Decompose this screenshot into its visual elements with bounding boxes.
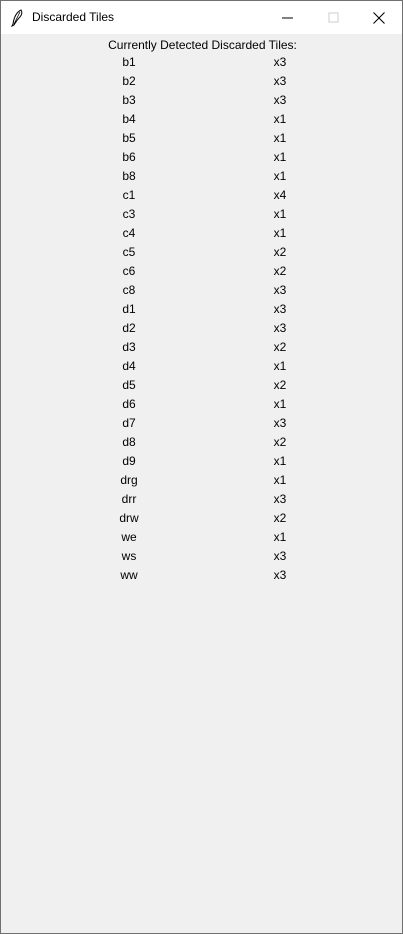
tile-count: x3 xyxy=(273,492,287,506)
tile-name: d5 xyxy=(122,378,136,392)
tile-row: d8 x2 xyxy=(1,434,402,453)
tile-count: x2 xyxy=(273,245,287,259)
tile-name: d2 xyxy=(122,321,136,335)
tile-name: d9 xyxy=(122,454,136,468)
tile-name: d7 xyxy=(122,416,136,430)
tile-row: c4 x1 xyxy=(1,225,402,244)
tile-count: x3 xyxy=(273,93,287,107)
close-icon xyxy=(373,12,385,24)
tile-name: d6 xyxy=(122,397,136,411)
tile-count: x3 xyxy=(273,416,287,430)
tile-row: d2 x3 xyxy=(1,320,402,339)
tile-row: d4 x1 xyxy=(1,358,402,377)
tile-row: b4 x1 xyxy=(1,111,402,130)
tile-row: drr x3 xyxy=(1,491,402,510)
tile-name: b6 xyxy=(122,150,136,164)
tile-count: x1 xyxy=(273,397,287,411)
tile-count: x1 xyxy=(273,226,287,240)
tile-name: b8 xyxy=(122,169,136,183)
tile-name: b1 xyxy=(122,55,136,69)
tile-name: c1 xyxy=(122,188,136,202)
tile-name: drg xyxy=(120,473,138,487)
tile-name: we xyxy=(121,530,137,544)
tile-name: b2 xyxy=(122,74,136,88)
tile-count: x3 xyxy=(273,74,287,88)
tile-row: c1 x4 xyxy=(1,187,402,206)
content-area: Currently Detected Discarded Tiles: b1 x3… xyxy=(1,34,402,933)
tile-row: d1 x3 xyxy=(1,301,402,320)
tile-count: x1 xyxy=(273,359,287,373)
tiles-header-label: Currently Detected Discarded Tiles: xyxy=(108,38,297,52)
tile-count: x1 xyxy=(273,150,287,164)
tile-row: d6 x1 xyxy=(1,396,402,415)
feather-icon xyxy=(10,9,24,28)
tile-row: d9 x1 xyxy=(1,453,402,472)
tile-count: x3 xyxy=(273,55,287,69)
tile-name: c5 xyxy=(122,245,136,259)
tile-row: we x1 xyxy=(1,529,402,548)
tile-count: x1 xyxy=(273,207,287,221)
tile-row: b8 x1 xyxy=(1,168,402,187)
tile-list: b1 x3 b2 x3 b3 x3 b4 x1 b5 x1 b6 x1 b8 x1 c1 x4 … xyxy=(1,54,402,586)
tile-count: x3 xyxy=(273,321,287,335)
tile-row: d7 x3 xyxy=(1,415,402,434)
tile-name: drw xyxy=(119,511,139,525)
tile-row: ww x3 xyxy=(1,567,402,586)
tile-name: c4 xyxy=(122,226,136,240)
tile-count: x3 xyxy=(273,302,287,316)
tile-count: x4 xyxy=(273,188,287,202)
tile-row: b3 x3 xyxy=(1,92,402,111)
tile-name: d8 xyxy=(122,435,136,449)
tile-name: b3 xyxy=(122,93,136,107)
tile-row: d5 x2 xyxy=(1,377,402,396)
tile-row: b1 x3 xyxy=(1,54,402,73)
tile-count: x2 xyxy=(273,264,287,278)
tile-count: x3 xyxy=(273,568,287,582)
tile-name: ws xyxy=(121,549,137,563)
tile-name: ww xyxy=(120,568,138,582)
tile-row: b5 x1 xyxy=(1,130,402,149)
tile-name: c8 xyxy=(122,283,136,297)
tile-row: c6 x2 xyxy=(1,263,402,282)
maximize-button[interactable] xyxy=(311,1,357,34)
tile-name: drr xyxy=(121,492,137,506)
tile-name: d1 xyxy=(122,302,136,316)
tile-row: drw x2 xyxy=(1,510,402,529)
tile-count: x2 xyxy=(273,435,287,449)
minimize-button[interactable] xyxy=(265,1,311,34)
tile-count: x1 xyxy=(273,131,287,145)
tile-row: ws x3 xyxy=(1,548,402,567)
tile-row: c5 x2 xyxy=(1,244,402,263)
tile-count: x2 xyxy=(273,340,287,354)
tile-row: d3 x2 xyxy=(1,339,402,358)
tile-count: x1 xyxy=(273,454,287,468)
tile-row: b2 x3 xyxy=(1,73,402,92)
minimize-icon xyxy=(282,17,293,19)
title-bar[interactable]: Discarded Tiles xyxy=(1,1,402,34)
close-button[interactable] xyxy=(356,1,402,34)
tile-row: drg x1 xyxy=(1,472,402,491)
tile-count: x3 xyxy=(273,549,287,563)
tile-row: c3 x1 xyxy=(1,206,402,225)
tile-name: d3 xyxy=(122,340,136,354)
tile-name: c6 xyxy=(122,264,136,278)
tile-count: x1 xyxy=(273,530,287,544)
tile-count: x3 xyxy=(273,283,287,297)
tile-row: b6 x1 xyxy=(1,149,402,168)
window-title: Discarded Tiles xyxy=(32,10,115,24)
tile-name: b4 xyxy=(122,112,136,126)
tile-count: x1 xyxy=(273,169,287,183)
tile-name: d4 xyxy=(122,359,136,373)
tile-row: c8 x3 xyxy=(1,282,402,301)
tile-count: x1 xyxy=(273,112,287,126)
tile-name: c3 xyxy=(122,207,136,221)
maximize-icon xyxy=(328,12,339,23)
discarded-tiles-window: Discarded Tiles Currently Detected Disca… xyxy=(0,0,403,934)
tile-count: x2 xyxy=(273,378,287,392)
tile-count: x2 xyxy=(273,511,287,525)
tile-name: b5 xyxy=(122,131,136,145)
tile-count: x1 xyxy=(273,473,287,487)
